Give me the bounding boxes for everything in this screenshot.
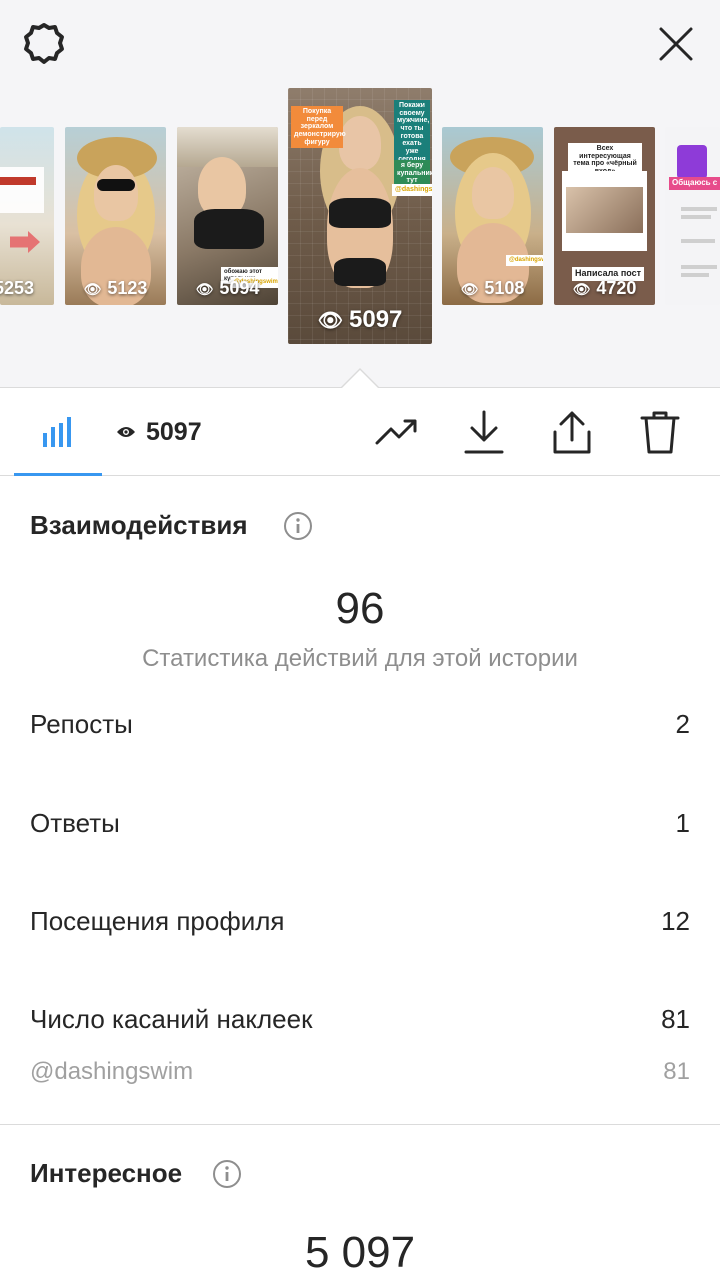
eye-icon (117, 427, 135, 437)
trash-icon (640, 411, 680, 454)
stat-label: Посещения профиля (30, 906, 285, 936)
bar-chart-icon (43, 417, 71, 447)
discovery-total: 5 097 (304, 1228, 416, 1277)
viewers-count: 5097 (146, 417, 202, 446)
info-icon (213, 1160, 241, 1188)
tab-insights[interactable] (14, 388, 102, 476)
story-sticker: @dashingswim (506, 255, 543, 266)
story-carousel-area: 5253 👁5123 обожаю этот купальник @dashin… (0, 0, 720, 388)
close-button[interactable] (652, 20, 700, 68)
sticker-account-label: @dashingswim (30, 1058, 194, 1085)
info-icon (284, 512, 312, 540)
story-thumbnail[interactable]: 👁 5123 (65, 127, 166, 305)
stat-row-sticker-taps: Число касаний наклеек 81 (30, 1004, 690, 1035)
interactions-title: Взаимодействия (30, 510, 248, 540)
story-view-count: 👁 5123 (83, 278, 148, 298)
gear-icon (24, 23, 64, 64)
story-view-count: 👁 5097 (317, 306, 403, 333)
settings-button[interactable] (20, 20, 68, 68)
discovery-info-button[interactable] (212, 1159, 242, 1189)
promote-button[interactable] (372, 406, 424, 458)
story-thumbnail[interactable]: Общаюсь с (665, 127, 720, 305)
download-icon (464, 410, 504, 454)
story-view-count: 👁 4720 (572, 278, 637, 298)
stat-row-profile-visits: Посещения профиля 12 (30, 906, 690, 937)
story-toolbar: 5097 (0, 388, 720, 476)
interactions-info-button[interactable] (283, 511, 313, 541)
trending-up-icon (375, 419, 417, 445)
stat-label: Репосты (30, 709, 133, 739)
story-thumbnail[interactable]: 5253 (0, 127, 54, 305)
download-button[interactable] (458, 406, 510, 458)
story-sticker: Покажи своему мужчине, что ты готова еха… (394, 100, 430, 166)
stat-label: Число касаний наклеек (30, 1004, 313, 1034)
stat-value: 1 (675, 808, 690, 838)
share-icon (553, 411, 591, 454)
interactions-total: 96 (335, 584, 385, 633)
active-tab-indicator (14, 473, 102, 476)
stat-value: 81 (661, 1004, 690, 1034)
story-sticker: @dashingswim (392, 184, 432, 196)
story-thumbnail-selected[interactable]: Покупка перед зеркалом демонстрирую фигу… (288, 88, 432, 344)
section-divider (0, 1124, 720, 1125)
stat-row-replies: Ответы 1 (30, 808, 690, 839)
stat-label: Ответы (30, 808, 120, 838)
story-view-count: 5253 (0, 278, 35, 298)
story-sticker: Покупка перед зеркалом демонстрирую фигу… (291, 106, 346, 149)
stat-value: 2 (675, 709, 690, 739)
story-sticker: Общаюсь с (669, 177, 720, 190)
story-thumbnail[interactable]: Всех интересующая тема про «чёрный вход»… (554, 127, 655, 305)
share-button[interactable] (546, 406, 598, 458)
close-icon (659, 27, 693, 61)
sticker-account-value: 81 (663, 1058, 690, 1085)
stat-value: 12 (661, 906, 690, 936)
story-thumbnail[interactable]: @dashingswim 👁5108 (442, 127, 543, 305)
stat-row-shares: Репосты 2 (30, 709, 690, 740)
viewers-button[interactable]: 5097 (116, 388, 202, 476)
story-thumbnail[interactable]: обожаю этот купальник @dashingswim 👁5094 (177, 127, 278, 305)
stat-row-sticker-account[interactable]: @dashingswim 81 (30, 1058, 690, 1086)
story-view-count: 👁 5094 (195, 278, 260, 298)
delete-button[interactable] (634, 406, 686, 458)
discovery-title: Интересное (30, 1158, 183, 1188)
story-view-count: 👁 5108 (460, 278, 525, 298)
selected-story-pointer-fill (341, 370, 379, 389)
story-sticker: я беру купальники тут (394, 160, 432, 188)
interactions-subtitle: Статистика действий для этой истории (142, 645, 578, 672)
